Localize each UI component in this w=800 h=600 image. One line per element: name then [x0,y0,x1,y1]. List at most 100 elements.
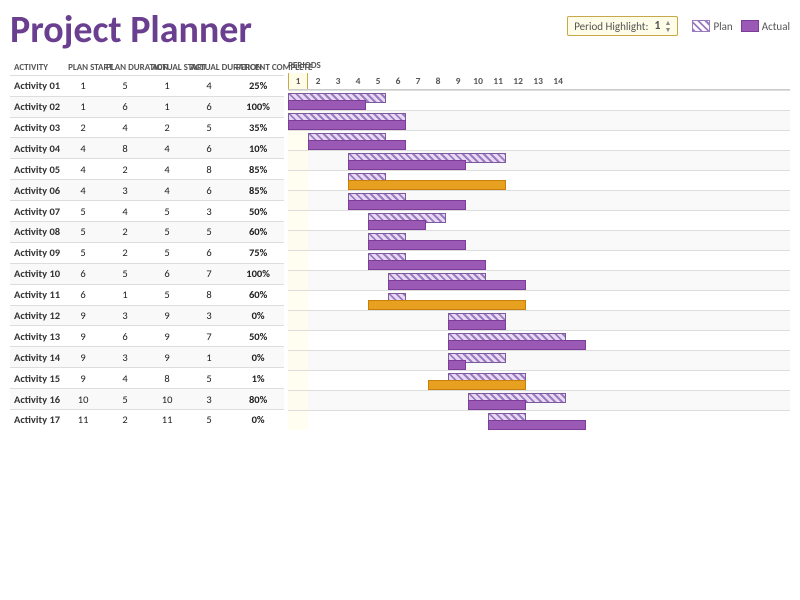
actual-duration-val: 5 [186,368,232,389]
gantt-row [288,370,790,390]
plan-duration-val: 5 [102,389,148,410]
gantt-cell [328,211,348,230]
gantt-cell [508,151,528,170]
gantt-cell [408,371,428,390]
actual-duration-val: 6 [186,242,232,263]
col-actual-duration: ACTUAL DURATION [186,60,232,76]
activity-name: Activity 17 [10,410,64,430]
activity-name: Activity 14 [10,347,64,368]
gantt-cell [408,331,428,350]
page-title: Project Planner [10,10,252,52]
percent-complete-val: 50% [232,201,284,222]
period-header-2: 2 [308,73,328,89]
plan-start-val: 6 [64,284,102,305]
gantt-cell [348,311,368,330]
plan-duration-val: 6 [102,326,148,347]
plan-start-val: 5 [64,222,102,243]
gantt-cell [528,151,548,170]
gantt-cell [308,351,328,370]
gantt-cell [428,331,448,350]
gantt-cell [488,111,508,130]
gantt-cell [368,391,388,410]
gantt-row [288,270,790,290]
gantt-cell [288,411,308,430]
gantt-cell [348,231,368,250]
actual-start-val: 9 [148,326,186,347]
plan-start-val: 9 [64,347,102,368]
gantt-cell [408,311,428,330]
gantt-cell [308,191,328,210]
actual-duration-val: 8 [186,159,232,180]
gantt-cell [548,131,568,150]
actual-start-val: 9 [148,305,186,326]
gantt-cell [468,91,488,110]
activity-name: Activity 04 [10,138,64,159]
plan-duration-val: 1 [102,284,148,305]
gantt-cell [388,91,408,110]
gantt-cell [288,351,308,370]
actual-bar [388,280,526,290]
gantt-cell [308,231,328,250]
plan-start-val: 1 [64,75,102,96]
gantt-cell [508,171,528,190]
actual-bar [448,340,586,350]
gantt-cell [508,91,528,110]
period-header-3: 3 [328,73,348,89]
gantt-cell [428,311,448,330]
gantt-cell [448,211,468,230]
actual-duration-val: 5 [186,117,232,138]
activity-name: Activity 12 [10,305,64,326]
actual-start-val: 5 [148,201,186,222]
activity-name: Activity 03 [10,117,64,138]
gantt-cell [388,391,408,410]
actual-duration-val: 3 [186,305,232,326]
gantt-cell [288,231,308,250]
plan-start-val: 4 [64,180,102,201]
gantt-cell [368,351,388,370]
gantt-cell [388,411,408,430]
gantt-cell [288,271,308,290]
gantt-cell [528,191,548,210]
gantt-cell [408,91,428,110]
col-plan-duration: PLAN DURATION [102,60,148,76]
gantt-cell [308,331,328,350]
gantt-cell [548,291,568,310]
table-row: Activity 07 5 4 5 3 50% [10,201,284,222]
percent-complete-val: 25% [232,75,284,96]
table-row: Activity 12 9 3 9 3 0% [10,305,284,326]
table-row: Activity 09 5 2 5 6 75% [10,242,284,263]
period-header-7: 7 [408,73,428,89]
gantt-cell [348,251,368,270]
plan-duration-val: 2 [102,159,148,180]
period-highlight-control[interactable]: Period Highlight: 1 ▲ ▼ [567,16,678,36]
gantt-cell [408,411,428,430]
percent-complete-val: 80% [232,389,284,410]
actual-start-val: 4 [148,159,186,180]
activity-name: Activity 16 [10,389,64,410]
percent-complete-val: 10% [232,138,284,159]
actual-duration-val: 5 [186,222,232,243]
gantt-cell [348,411,368,430]
actual-duration-val: 6 [186,96,232,117]
gantt-cell [548,351,568,370]
plan-start-val: 2 [64,117,102,138]
gantt-cell [508,111,528,130]
actual-start-val: 10 [148,389,186,410]
period-header-9: 9 [448,73,468,89]
gantt-cell [528,131,548,150]
table-row: Activity 06 4 3 4 6 85% [10,180,284,201]
plan-duration-val: 3 [102,347,148,368]
gantt-cell [548,171,568,190]
gantt-row [288,290,790,310]
actual-bar [288,120,406,130]
gantt-cell [328,271,348,290]
gantt-cell [448,111,468,130]
gantt-cell [548,91,568,110]
col-plan-start: PLAN START [64,60,102,76]
table-row: Activity 14 9 3 9 1 0% [10,347,284,368]
gantt-cell [548,271,568,290]
period-spinner[interactable]: ▲ ▼ [665,19,672,33]
gantt-cell [528,311,548,330]
percent-complete-val: 60% [232,284,284,305]
gantt-cell [408,131,428,150]
